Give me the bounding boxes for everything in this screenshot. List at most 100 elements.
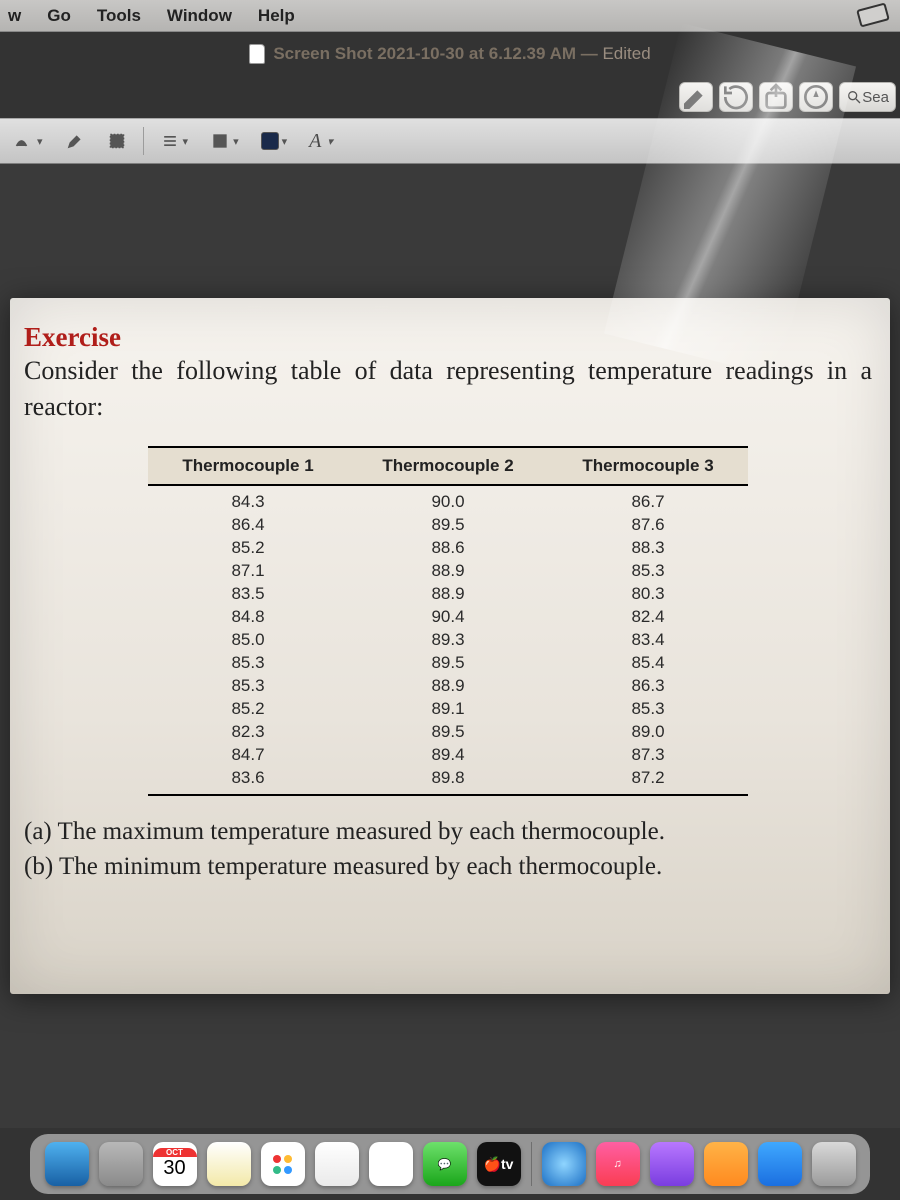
table-cell: 89.5 <box>348 720 548 743</box>
menu-window[interactable]: Window <box>167 6 232 26</box>
sketch-tool[interactable]: ▾ <box>8 125 49 157</box>
search-label: Sea <box>862 89 889 106</box>
table-cell: 85.4 <box>548 651 748 674</box>
table-cell: 88.9 <box>348 674 548 697</box>
table-cell: 86.7 <box>548 485 748 514</box>
dock-appstore[interactable] <box>758 1142 802 1186</box>
dock-photos[interactable] <box>369 1142 413 1186</box>
table-cell: 90.4 <box>348 605 548 628</box>
text-style-tool[interactable]: A▾ <box>303 125 339 157</box>
secondary-toolbar: Sea <box>0 76 900 118</box>
document-icon <box>249 44 265 64</box>
dock-messages[interactable]: 💬 <box>423 1142 467 1186</box>
window-title: Screen Shot 2021-10-30 at 6.12.39 AM <box>273 44 576 64</box>
edited-label: Edited <box>602 44 650 64</box>
dock-podcasts[interactable] <box>650 1142 694 1186</box>
dock-books[interactable] <box>704 1142 748 1186</box>
dock-separator <box>531 1142 532 1186</box>
color-swatch <box>261 132 279 150</box>
table-row: 85.089.383.4 <box>148 628 748 651</box>
table-cell: 85.3 <box>548 697 748 720</box>
highlight-button[interactable] <box>799 82 833 112</box>
table-row: 83.588.980.3 <box>148 582 748 605</box>
dock-calendar[interactable]: OCT30 <box>153 1142 197 1186</box>
column-header: Thermocouple 2 <box>348 447 548 485</box>
table-cell: 83.6 <box>148 766 348 795</box>
table-cell: 88.6 <box>348 536 548 559</box>
toolbar-separator <box>143 127 144 155</box>
rotate-button[interactable] <box>719 82 753 112</box>
menu-w[interactable]: w <box>8 6 21 26</box>
edit-button[interactable] <box>679 82 713 112</box>
column-header: Thermocouple 1 <box>148 447 348 485</box>
table-cell: 88.9 <box>348 582 548 605</box>
menu-go[interactable]: Go <box>47 6 71 26</box>
dock-music[interactable]: ♫ <box>596 1142 640 1186</box>
table-cell: 85.3 <box>148 674 348 697</box>
color-tool[interactable]: ▾ <box>255 125 294 157</box>
dock-freeform[interactable] <box>315 1142 359 1186</box>
table-cell: 82.4 <box>548 605 748 628</box>
table-cell: 86.4 <box>148 513 348 536</box>
data-table: Thermocouple 1 Thermocouple 2 Thermocoup… <box>148 446 748 796</box>
table-cell: 83.4 <box>548 628 748 651</box>
table-cell: 87.3 <box>548 743 748 766</box>
table-cell: 88.9 <box>348 559 548 582</box>
menu-help[interactable]: Help <box>258 6 295 26</box>
table-cell: 89.3 <box>348 628 548 651</box>
table-cell: 85.3 <box>548 559 748 582</box>
column-header: Thermocouple 3 <box>548 447 748 485</box>
search-button[interactable]: Sea <box>839 82 896 112</box>
dock-reminders[interactable] <box>261 1142 305 1186</box>
markup-toolbar: ▾ ▾ ▾ ▾ A▾ <box>0 118 900 164</box>
table-cell: 84.7 <box>148 743 348 766</box>
dock-finder[interactable] <box>45 1142 89 1186</box>
dock-safari[interactable] <box>542 1142 586 1186</box>
dock-tv[interactable]: 🍎tv <box>477 1142 521 1186</box>
table-row: 85.289.185.3 <box>148 697 748 720</box>
table-cell: 88.3 <box>548 536 748 559</box>
table-row: 87.188.985.3 <box>148 559 748 582</box>
dock-notes[interactable] <box>207 1142 251 1186</box>
questions: (a) The maximum temperature measured by … <box>24 814 872 884</box>
table-row: 82.389.589.0 <box>148 720 748 743</box>
table-row: 85.389.585.4 <box>148 651 748 674</box>
table-row: 83.689.887.2 <box>148 766 748 795</box>
selection-tool[interactable] <box>101 125 133 157</box>
table-row: 85.288.688.3 <box>148 536 748 559</box>
table-cell: 84.3 <box>148 485 348 514</box>
exercise-heading: Exercise <box>24 322 872 353</box>
table-cell: 87.2 <box>548 766 748 795</box>
share-button[interactable] <box>759 82 793 112</box>
shapes-tool[interactable]: ▾ <box>204 125 245 157</box>
table-cell: 89.4 <box>348 743 548 766</box>
table-cell: 89.5 <box>348 651 548 674</box>
table-cell: 82.3 <box>148 720 348 743</box>
draw-tool[interactable] <box>59 125 91 157</box>
table-cell: 83.5 <box>148 582 348 605</box>
battery-icon <box>856 2 890 27</box>
table-cell: 85.0 <box>148 628 348 651</box>
table-cell: 86.3 <box>548 674 748 697</box>
menu-tools[interactable]: Tools <box>97 6 141 26</box>
table-row: 86.489.587.6 <box>148 513 748 536</box>
list-tool[interactable]: ▾ <box>154 125 195 157</box>
table-cell: 87.1 <box>148 559 348 582</box>
dock-settings[interactable] <box>812 1142 856 1186</box>
canvas: Exercise Consider the following table of… <box>0 164 900 1128</box>
table-cell: 89.5 <box>348 513 548 536</box>
table-cell: 85.2 <box>148 697 348 720</box>
table-cell: 89.1 <box>348 697 548 720</box>
table-row: 84.890.482.4 <box>148 605 748 628</box>
table-cell: 89.8 <box>348 766 548 795</box>
exercise-intro: Consider the following table of data rep… <box>24 353 872 423</box>
question-b: (b) The minimum temperature measured by … <box>24 849 872 884</box>
table-cell: 87.6 <box>548 513 748 536</box>
table-cell: 85.3 <box>148 651 348 674</box>
data-table-wrap: Thermocouple 1 Thermocouple 2 Thermocoup… <box>148 446 748 796</box>
dock-launchpad[interactable] <box>99 1142 143 1186</box>
table-cell: 89.0 <box>548 720 748 743</box>
table-cell: 80.3 <box>548 582 748 605</box>
window-titlebar: Screen Shot 2021-10-30 at 6.12.39 AM — E… <box>0 32 900 76</box>
table-cell: 84.8 <box>148 605 348 628</box>
